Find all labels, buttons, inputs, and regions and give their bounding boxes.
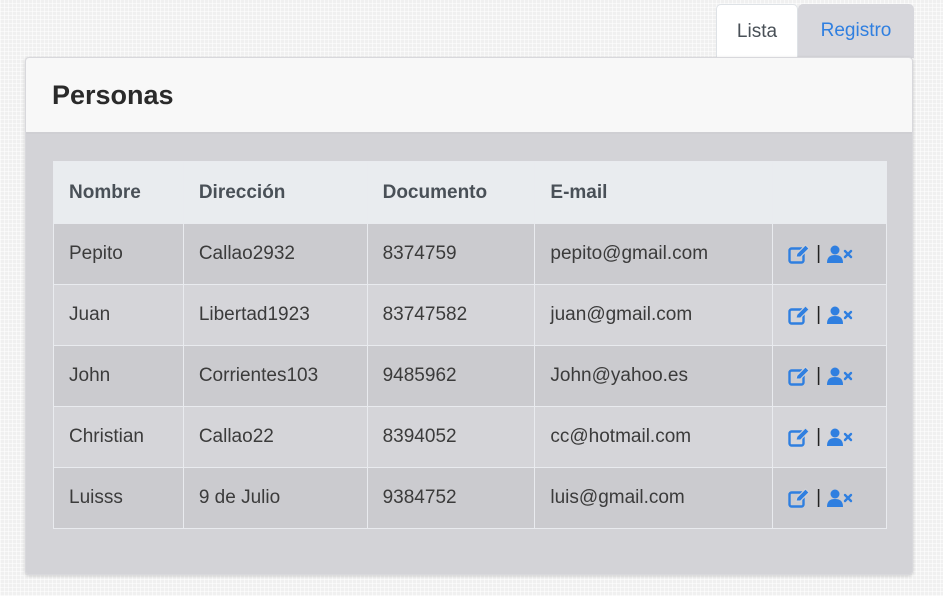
remove-user-button[interactable] bbox=[827, 367, 853, 385]
edit-icon bbox=[788, 366, 810, 386]
cell-nombre: John bbox=[53, 345, 184, 407]
cell-nombre: Luisss bbox=[53, 467, 184, 529]
cell-nombre: Christian bbox=[53, 406, 184, 468]
edit-button[interactable] bbox=[788, 244, 810, 264]
cell-actions: | bbox=[772, 223, 887, 285]
table-row: Luisss 9 de Julio 9384752 luis@gmail.com… bbox=[53, 467, 887, 529]
page-title: Personas bbox=[52, 79, 174, 110]
cell-actions: | bbox=[772, 345, 887, 407]
edit-icon bbox=[788, 427, 810, 447]
cell-documento: 83747582 bbox=[366, 284, 536, 346]
column-header-nombre: Nombre bbox=[53, 161, 184, 224]
table-header-row: Nombre Dirección Documento E-mail bbox=[53, 161, 887, 224]
tab-lista[interactable]: Lista bbox=[716, 4, 798, 58]
column-header-direccion: Dirección bbox=[182, 161, 368, 224]
edit-button[interactable] bbox=[788, 305, 810, 325]
row-actions: | bbox=[788, 365, 886, 387]
cell-nombre: Pepito bbox=[53, 223, 184, 285]
cell-email: cc@hotmail.com bbox=[534, 406, 774, 468]
cell-email: pepito@gmail.com bbox=[534, 223, 774, 285]
tab-bar: Lista Registro bbox=[716, 4, 914, 58]
remove-user-icon bbox=[827, 428, 853, 446]
edit-button[interactable] bbox=[788, 488, 810, 508]
edit-button[interactable] bbox=[788, 366, 810, 386]
edit-icon bbox=[788, 488, 810, 508]
remove-user-button[interactable] bbox=[827, 428, 853, 446]
cell-documento: 8374759 bbox=[366, 223, 536, 285]
table-row: Christian Callao22 8394052 cc@hotmail.co… bbox=[53, 406, 887, 468]
personas-table: Nombre Dirección Documento E-mail Pepito… bbox=[53, 161, 887, 529]
cell-nombre: Juan bbox=[53, 284, 184, 346]
table-row: Pepito Callao2932 8374759 pepito@gmail.c… bbox=[53, 223, 887, 285]
row-actions: | bbox=[788, 487, 886, 509]
card-header: Personas bbox=[26, 58, 912, 134]
row-actions: | bbox=[788, 304, 886, 326]
personas-card: Personas Nombre Dirección Documento E-ma… bbox=[25, 57, 913, 575]
cell-email: John@yahoo.es bbox=[534, 345, 774, 407]
table-row: John Corrientes103 9485962 John@yahoo.es… bbox=[53, 345, 887, 407]
cell-direccion: Callao2932 bbox=[182, 223, 368, 285]
row-actions: | bbox=[788, 243, 886, 265]
cell-email: luis@gmail.com bbox=[534, 467, 774, 529]
cell-direccion: Callao22 bbox=[182, 406, 368, 468]
remove-user-icon bbox=[827, 245, 853, 263]
cell-email: juan@gmail.com bbox=[534, 284, 774, 346]
remove-user-icon bbox=[827, 367, 853, 385]
column-header-email: E-mail bbox=[534, 161, 774, 224]
edit-icon bbox=[788, 244, 810, 264]
cell-documento: 9485962 bbox=[366, 345, 536, 407]
cell-direccion: 9 de Julio bbox=[182, 467, 368, 529]
row-actions: | bbox=[788, 426, 886, 448]
action-separator: | bbox=[816, 365, 822, 386]
edit-button[interactable] bbox=[788, 427, 810, 447]
action-separator: | bbox=[816, 304, 822, 325]
cell-actions: | bbox=[772, 467, 887, 529]
action-separator: | bbox=[816, 426, 822, 447]
cell-direccion: Libertad1923 bbox=[182, 284, 368, 346]
remove-user-icon bbox=[827, 489, 853, 507]
remove-user-button[interactable] bbox=[827, 306, 853, 324]
cell-actions: | bbox=[772, 406, 887, 468]
remove-user-icon bbox=[827, 306, 853, 324]
action-separator: | bbox=[816, 487, 822, 508]
remove-user-button[interactable] bbox=[827, 489, 853, 507]
cell-direccion: Corrientes103 bbox=[182, 345, 368, 407]
action-separator: | bbox=[816, 243, 822, 264]
cell-documento: 8394052 bbox=[366, 406, 536, 468]
table-row: Juan Libertad1923 83747582 juan@gmail.co… bbox=[53, 284, 887, 346]
cell-actions: | bbox=[772, 284, 887, 346]
column-header-documento: Documento bbox=[366, 161, 536, 224]
cell-documento: 9384752 bbox=[366, 467, 536, 529]
column-header-actions bbox=[772, 161, 887, 224]
edit-icon bbox=[788, 305, 810, 325]
tab-registro[interactable]: Registro bbox=[798, 4, 914, 58]
remove-user-button[interactable] bbox=[827, 245, 853, 263]
